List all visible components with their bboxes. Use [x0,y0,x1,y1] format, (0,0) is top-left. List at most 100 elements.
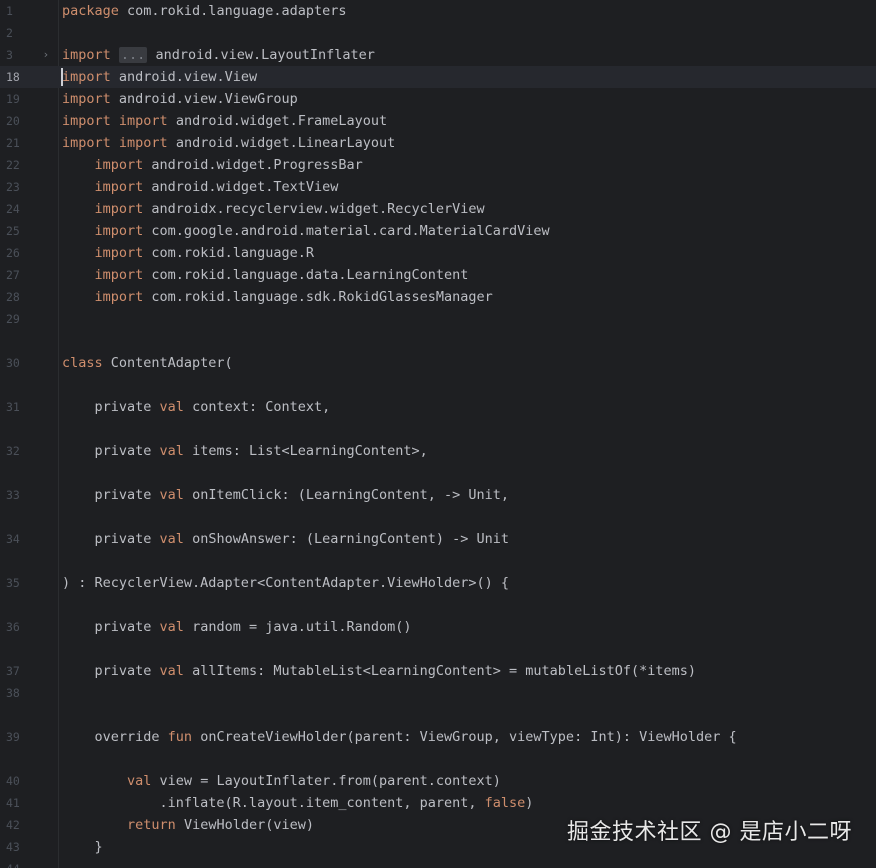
code-line[interactable]: 1 package com.rokid.language.adapters [0,0,876,22]
code-text[interactable]: import com.rokid.language.data.LearningC… [62,264,469,286]
folded-imports-placeholder[interactable]: ... [118,47,148,63]
code-line[interactable]: 24 import androidx.recyclerview.widget.R… [0,198,876,220]
code-text[interactable]: import android.widget.TextView [62,176,339,198]
text-token: private [62,619,160,635]
code-text[interactable]: import ... android.view.LayoutInflater [62,44,375,66]
code-line[interactable]: 23 import android.widget.TextView [0,176,876,198]
code-text[interactable]: import android.view.ViewGroup [62,88,298,110]
text-token: context: Context, [183,399,331,415]
text-token: onShowAnswer: (LearningContent) -> Unit [183,531,510,547]
text-token: onCreateViewHolder(parent: ViewGroup, vi… [192,729,737,745]
text-token: override [62,729,168,745]
code-text[interactable]: import com.google.android.material.card.… [62,220,550,242]
code-line[interactable]: 38 [0,682,876,704]
code-text[interactable]: val view = LayoutInflater.from(parent.co… [62,770,501,792]
code-text[interactable]: override fun onCreateViewHolder(parent: … [62,726,737,748]
code-text[interactable]: return ViewHolder(view) [62,814,314,836]
text-token: com.rokid.language.sdk.RokidGlassesManag… [143,289,493,305]
code-line[interactable]: 3 › import ... android.view.LayoutInflater [0,44,876,66]
code-text[interactable]: import androidx.recyclerview.widget.Recy… [62,198,485,220]
text-token: androidx.recyclerview.widget.RecyclerVie… [143,201,485,217]
keyword-token: import [62,47,111,63]
text-token: ) [525,795,534,811]
keyword-token: import [118,135,168,151]
code-line[interactable]: 44 [0,858,876,868]
code-text[interactable]: private val items: List<LearningContent>… [62,440,428,462]
code-text[interactable]: import import android.widget.LinearLayou… [62,132,395,154]
line-number: 43 [6,840,20,854]
code-line[interactable]: 36 private val random = java.util.Random… [0,616,876,638]
text-token: android.view.LayoutInflater [147,47,375,63]
code-line[interactable]: 31 private val context: Context, [0,396,876,418]
code-line[interactable]: 20 import import android.widget.FrameLayo… [0,110,876,132]
code-editor[interactable]: 1 package com.rokid.language.adapters 2 3 › i… [0,0,876,868]
text-token: private [62,399,160,415]
code-line[interactable]: 29 [0,308,876,330]
keyword-token: val [159,443,184,459]
code-line[interactable]: 18 import android.view.View [0,66,876,88]
code-line[interactable]: 28 import com.rokid.language.sdk.RokidGl… [0,286,876,308]
code-line[interactable]: 39 override fun onCreateViewHolder(paren… [0,726,876,748]
keyword-token: val [159,531,184,547]
code-line[interactable]: 21 import import android.widget.LinearLay… [0,132,876,154]
code-text[interactable]: .inflate(R.layout.item_content, parent, … [62,792,534,814]
code-text[interactable]: import android.view.View [62,66,257,88]
code-text[interactable]: import android.widget.ProgressBar [62,154,363,176]
text-token: ViewHolder(view) [175,817,314,833]
code-line[interactable]: 22 import android.widget.ProgressBar [0,154,876,176]
line-number: 34 [6,532,20,546]
code-line[interactable]: 26 import com.rokid.language.R [0,242,876,264]
text-token: random = java.util.Random() [183,619,412,635]
code-line[interactable]: 40 val view = LayoutInflater.from(parent… [0,770,876,792]
line-number: 32 [6,444,20,458]
keyword-token: val [159,487,184,503]
code-text[interactable]: import com.rokid.language.sdk.RokidGlass… [62,286,493,308]
keyword-token: import [62,113,111,129]
code-text[interactable]: } [62,836,103,858]
code-line[interactable]: 19 import android.view.ViewGroup [0,88,876,110]
text-token: android.widget.ProgressBar [143,157,363,173]
code-text[interactable]: private val onItemClick: (LearningConten… [62,484,510,506]
code-line[interactable]: 37 private val allItems: MutableList<Lea… [0,660,876,682]
line-number: 30 [6,356,20,370]
code-text[interactable]: ) : RecyclerView.Adapter<ContentAdapter.… [62,572,509,594]
code-line[interactable]: 34 private val onShowAnswer: (LearningCo… [0,528,876,550]
line-number: 38 [6,686,20,700]
keyword-token: import [94,267,144,283]
line-number: 19 [6,92,20,106]
line-number: 35 [6,576,20,590]
line-number: 31 [6,400,20,414]
code-line[interactable]: 41 .inflate(R.layout.item_content, paren… [0,792,876,814]
code-text[interactable]: class ContentAdapter( [62,352,233,374]
code-line[interactable]: 32 private val items: List<LearningConte… [0,440,876,462]
keyword-token: import [94,157,144,173]
keyword-token: import [62,135,111,151]
line-number: 29 [6,312,20,326]
code-line[interactable]: 2 [0,22,876,44]
text-token: com.rokid.language.R [143,245,314,261]
keyword-token: val [159,619,184,635]
code-line[interactable]: 27 import com.rokid.language.data.Learni… [0,264,876,286]
keyword-token: import [94,289,144,305]
line-number: 44 [0,858,28,868]
code-line[interactable]: 25 import com.google.android.material.ca… [0,220,876,242]
code-text[interactable]: private val allItems: MutableList<Learni… [62,660,696,682]
code-line[interactable]: 30 class ContentAdapter( [0,352,876,374]
keyword-token: val [127,773,152,789]
code-text[interactable]: private val onShowAnswer: (LearningConte… [62,528,510,550]
line-number: 18 [6,70,20,84]
code-text[interactable]: private val context: Context, [62,396,331,418]
keyword-token: import [118,113,168,129]
fold-chevron-icon[interactable]: › [40,44,52,66]
code-line[interactable]: 33 private val onItemClick: (LearningCon… [0,484,876,506]
code-text[interactable]: package com.rokid.language.adapters [62,0,346,22]
code-text[interactable]: import import android.widget.FrameLayout [62,110,387,132]
code-text[interactable]: private val random = java.util.Random() [62,616,412,638]
text-token: ) : RecyclerView.Adapter<ContentAdapter.… [62,575,510,591]
code-text[interactable]: import com.rokid.language.R [62,242,314,264]
code-line[interactable]: 35 ) : RecyclerView.Adapter<ContentAdapte… [0,572,876,594]
